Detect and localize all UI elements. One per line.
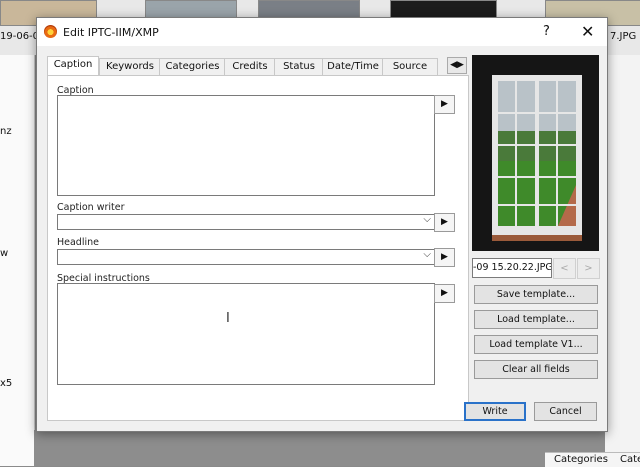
save-template-button[interactable]: Save template...: [474, 285, 598, 304]
tab-credits[interactable]: Credits: [224, 58, 276, 75]
cancel-button[interactable]: Cancel: [534, 402, 597, 421]
background-tabs: Categories Cate: [545, 452, 640, 467]
next-image-button[interactable]: >: [577, 258, 600, 279]
background-label: nz: [0, 126, 12, 137]
french-door-photo: [472, 55, 599, 251]
clear-all-fields-button[interactable]: Clear all fields: [474, 360, 598, 379]
thumbnail-caption: 7.JPG: [610, 31, 637, 42]
dialog-title: Edit IPTC-IIM/XMP: [63, 26, 159, 39]
image-preview: [472, 55, 599, 251]
special-instructions-insert-button[interactable]: ▶: [434, 284, 455, 303]
background-label: w: [0, 248, 9, 259]
tab-caption[interactable]: Caption: [47, 56, 99, 76]
caption-writer-combo[interactable]: ⌵: [57, 214, 435, 230]
background-label: x5: [0, 378, 13, 389]
background-right-panel: [605, 55, 640, 466]
close-button[interactable]: ✕: [581, 22, 594, 41]
filename-field[interactable]: -09 15.20.22.JPG: [472, 258, 552, 278]
caption-writer-label: Caption writer: [57, 202, 125, 213]
caption-textarea[interactable]: [57, 95, 435, 196]
previous-image-button[interactable]: <: [553, 258, 576, 279]
tab-source[interactable]: Source: [382, 58, 438, 75]
tab-categories[interactable]: Categories: [159, 58, 226, 75]
headline-insert-button[interactable]: ▶: [434, 248, 455, 267]
chevron-down-icon: ⌵: [423, 214, 431, 225]
headline-label: Headline: [57, 237, 99, 248]
text-cursor-icon: I: [226, 311, 230, 326]
chevron-down-icon: ⌵: [423, 249, 431, 260]
caption-writer-insert-button[interactable]: ▶: [434, 213, 455, 232]
tab-date-time[interactable]: Date/Time: [322, 58, 384, 75]
tab-categories-2[interactable]: Cate: [620, 454, 640, 465]
tab-keywords[interactable]: Keywords: [99, 58, 161, 75]
headline-combo[interactable]: ⌵: [57, 249, 435, 265]
edit-iptc-dialog: Edit IPTC-IIM/XMP ? ✕ Caption Keywords C…: [36, 17, 608, 432]
background-image-strip: [34, 430, 605, 466]
background-left-panel: [0, 55, 35, 466]
app-icon: [44, 25, 57, 38]
tab-status[interactable]: Status: [274, 58, 324, 75]
title-bar: Edit IPTC-IIM/XMP ? ✕: [37, 18, 607, 46]
caption-insert-button[interactable]: ▶: [434, 95, 455, 114]
load-template-v1-button[interactable]: Load template V1...: [474, 335, 598, 354]
special-instructions-textarea[interactable]: [57, 283, 435, 385]
load-template-button[interactable]: Load template...: [474, 310, 598, 329]
write-button[interactable]: Write: [464, 402, 526, 421]
tab-scroll-buttons[interactable]: ◀▶: [447, 57, 467, 74]
help-button[interactable]: ?: [543, 24, 550, 39]
tab-categories[interactable]: Categories: [554, 454, 608, 465]
